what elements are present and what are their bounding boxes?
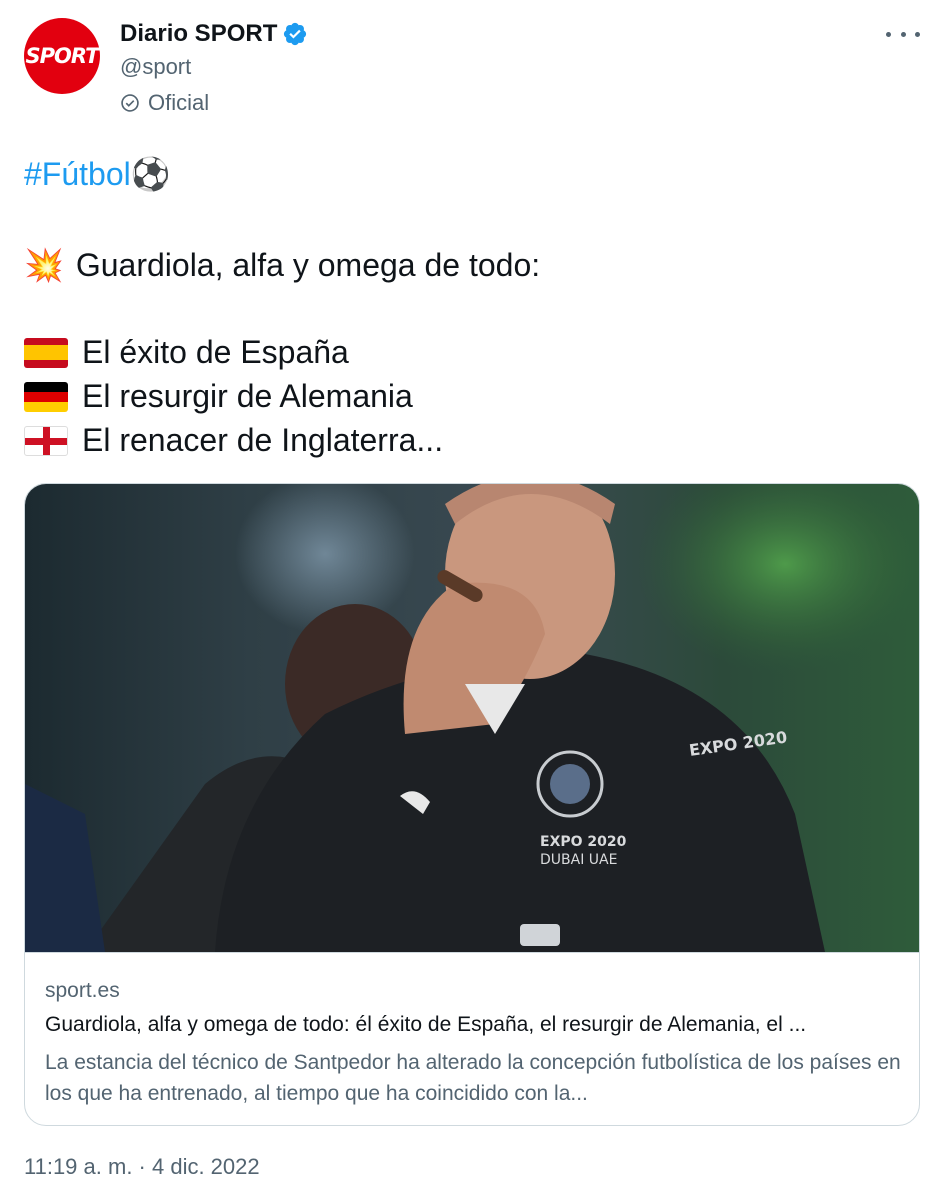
collision-icon: 💥 [24, 247, 64, 283]
author-name[interactable]: Diario SPORT [120, 20, 277, 48]
line-text: El resurgir de Alemania [82, 378, 413, 414]
spain-flag-icon [24, 337, 68, 368]
hashtag-line: #Fútbol⚽ [24, 154, 920, 194]
official-label: Oficial [120, 90, 209, 116]
germany-flag-icon [24, 381, 68, 412]
list-item: El éxito de España [24, 334, 349, 371]
link-preview-card[interactable]: EXPO 2020 DUBAI UAE EXPO 2020 sport.es G… [24, 483, 920, 1126]
article-photo: EXPO 2020 DUBAI UAE EXPO 2020 [25, 484, 919, 952]
england-flag-icon [24, 425, 68, 456]
soccer-ball-icon: ⚽ [130, 156, 171, 192]
line-text: El renacer de Inglaterra... [82, 422, 444, 458]
card-text-area: sport.es Guardiola, alfa y omega de todo… [25, 952, 919, 1125]
verified-badge-icon [284, 22, 307, 46]
card-description: La estancia del técnico de Santpedor ha … [45, 1051, 901, 1105]
list-item: El renacer de Inglaterra... [24, 422, 443, 459]
official-check-icon [121, 94, 139, 112]
author-name-row: Diario SPORT [120, 20, 308, 48]
headline-line: 💥 Guardiola, alfa y omega de todo: [24, 246, 540, 284]
author-handle[interactable]: @sport [120, 54, 191, 80]
card-domain: sport.es [45, 979, 120, 1002]
hashtag-link[interactable]: #Fútbol [24, 156, 131, 192]
image-sponsor-text-1: EXPO 2020 [540, 834, 627, 850]
list-item: El resurgir de Alemania [24, 378, 413, 415]
tweet-timestamp[interactable]: 11:19 a. m. · 4 dic. 2022 [24, 1154, 260, 1180]
author-avatar[interactable]: SPORT [24, 18, 100, 94]
official-text: Oficial [148, 90, 210, 115]
more-options-icon[interactable] [886, 22, 920, 46]
avatar-logo-text: SPORT [25, 44, 100, 68]
card-title: Guardiola, alfa y omega de todo: él éxit… [45, 1013, 807, 1036]
line-text: El éxito de España [82, 334, 349, 370]
headline-text: Guardiola, alfa y omega de todo: [75, 246, 541, 283]
image-sponsor-text-2: DUBAI UAE [540, 852, 617, 868]
